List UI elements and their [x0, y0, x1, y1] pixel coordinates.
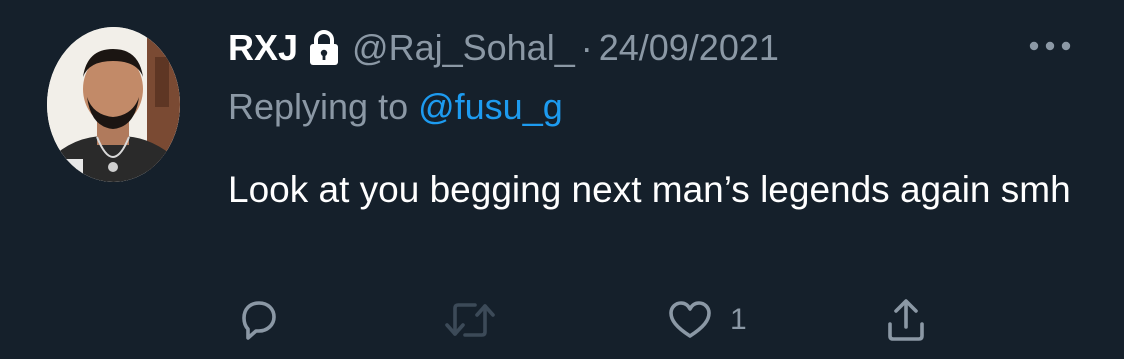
like-count: 1 — [730, 303, 747, 336]
user-handle[interactable]: @Raj_Sohal_ — [352, 27, 575, 69]
share-button[interactable] — [880, 292, 932, 348]
reply-button[interactable] — [232, 292, 284, 348]
tweet-header: RXJ @Raj_Sohal_ · 24/09/2021 — [228, 22, 779, 74]
retweet-icon — [445, 303, 495, 337]
share-icon — [888, 299, 924, 341]
replying-to: Replying to @fusu_g — [228, 86, 563, 128]
reply-mention-link[interactable]: @fusu_g — [418, 86, 563, 127]
reply-icon — [242, 301, 276, 340]
replying-prefix: Replying to — [228, 86, 419, 127]
like-button[interactable]: 1 — [664, 292, 747, 348]
tweet-card[interactable]: RXJ @Raj_Sohal_ · 24/09/2021 Replying to… — [0, 0, 1124, 359]
tweet-text: Look at you begging next man’s legends a… — [228, 169, 1071, 210]
heart-icon — [669, 301, 711, 338]
dot-separator: · — [580, 27, 593, 68]
lock-icon — [308, 29, 340, 67]
display-name[interactable]: RXJ — [228, 27, 298, 69]
tweet-date[interactable]: 24/09/2021 — [599, 27, 779, 69]
avatar[interactable] — [47, 27, 180, 182]
retweet-button[interactable] — [442, 292, 498, 348]
avatar-photo — [47, 27, 180, 182]
more-icon[interactable] — [1027, 36, 1073, 56]
